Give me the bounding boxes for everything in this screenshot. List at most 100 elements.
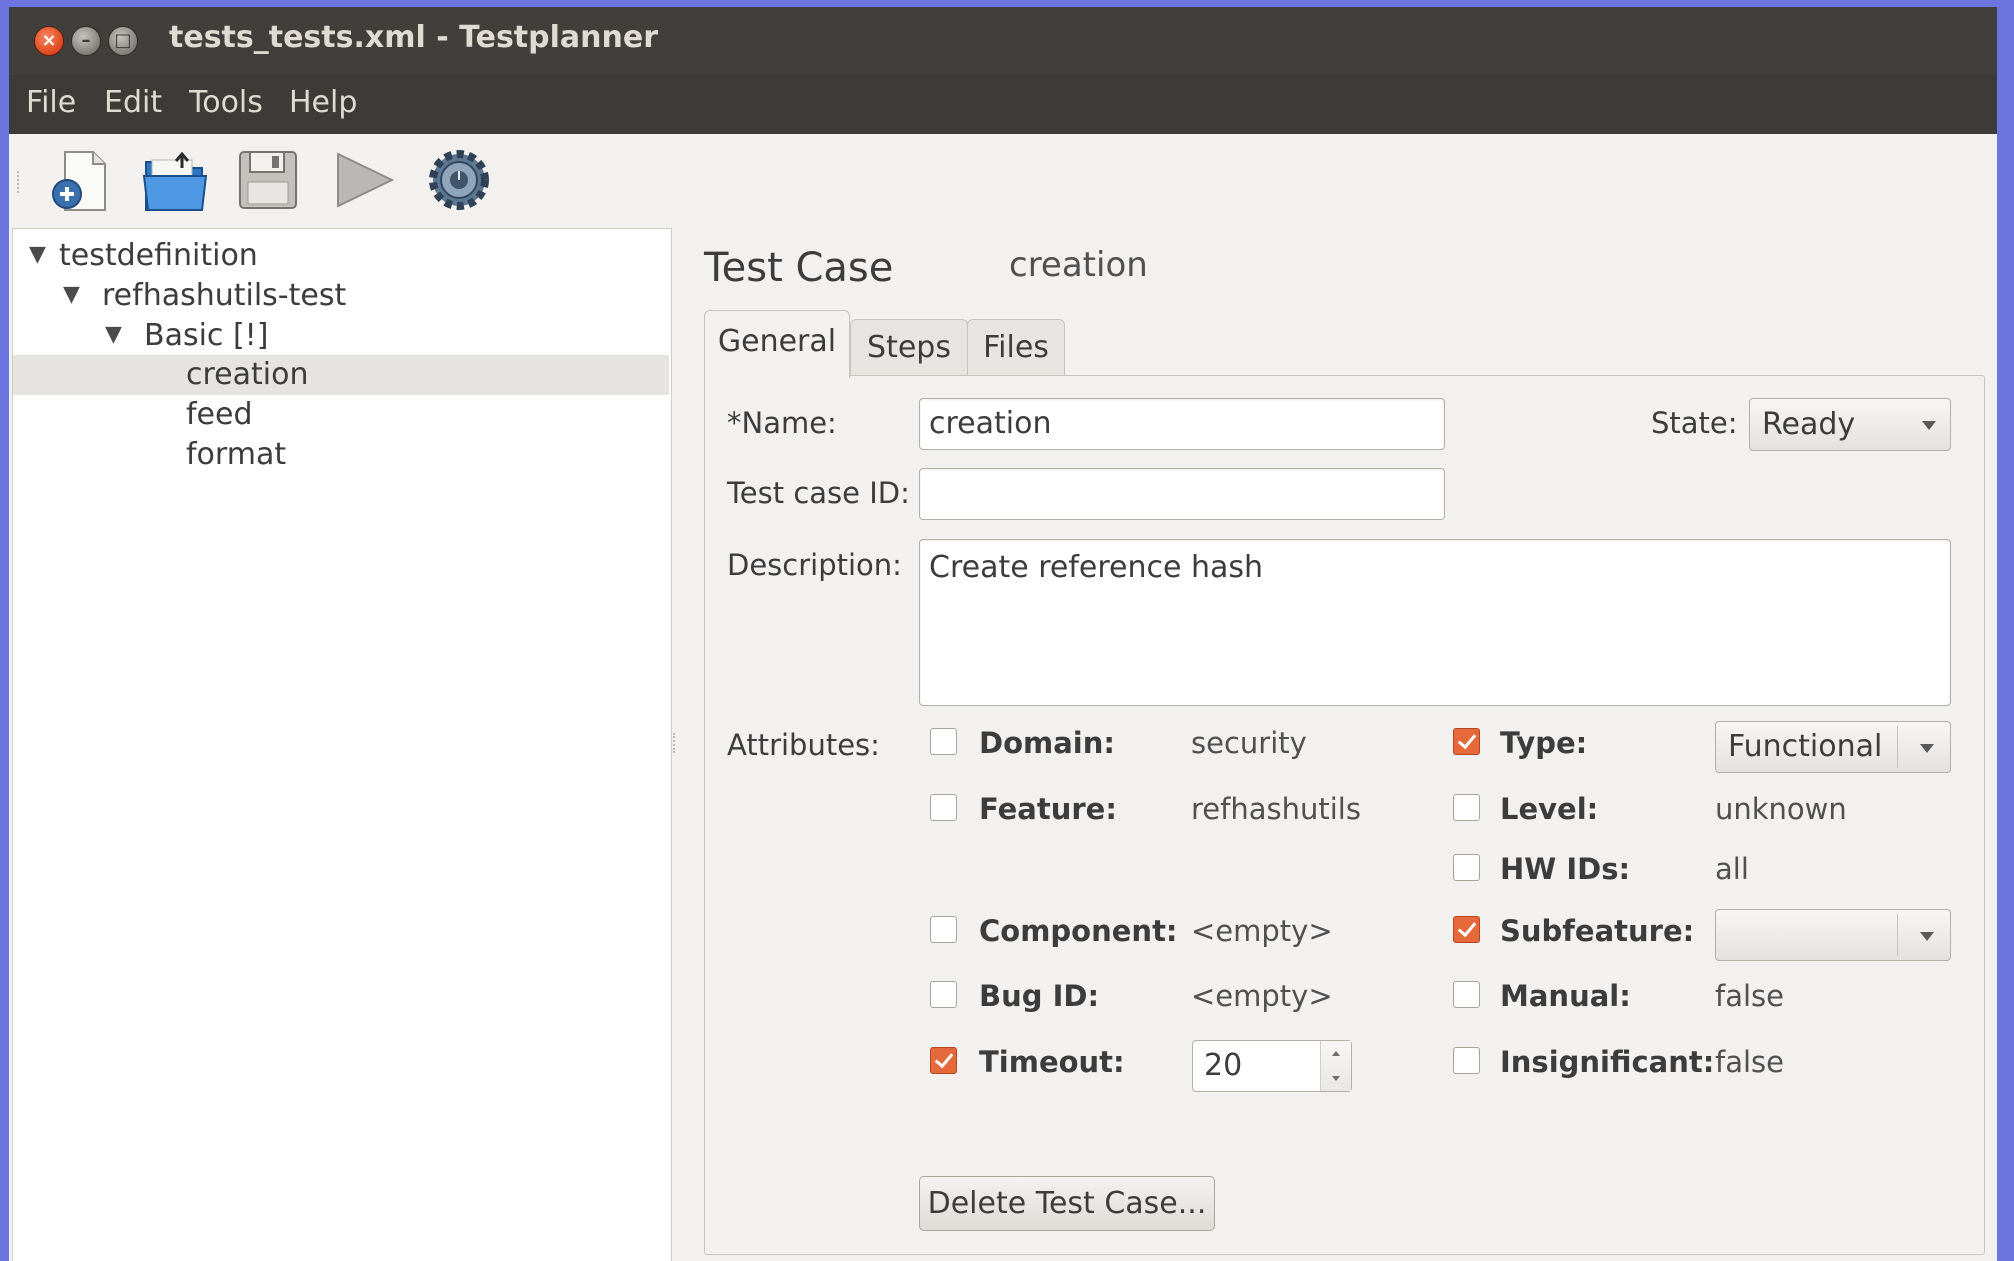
expand-arrow-icon[interactable]: ▼ bbox=[29, 242, 46, 267]
testcase-id-label: Test case ID: bbox=[727, 476, 910, 510]
manual-value: false bbox=[1715, 979, 1784, 1013]
expand-arrow-icon[interactable]: ▼ bbox=[105, 322, 122, 347]
chevron-down-icon bbox=[1920, 744, 1934, 753]
save-icon bbox=[239, 151, 297, 209]
tree-node-label: feed bbox=[186, 397, 253, 432]
new-file-icon bbox=[52, 151, 106, 211]
menu-edit[interactable]: Edit bbox=[104, 85, 162, 120]
open-button[interactable] bbox=[136, 142, 212, 222]
manual-checkbox[interactable] bbox=[1453, 981, 1480, 1008]
detail-heading-value: creation bbox=[1009, 245, 1148, 285]
close-icon: × bbox=[41, 30, 57, 51]
menu-bar: File Edit Tools Help bbox=[9, 75, 1997, 134]
open-folder-icon bbox=[142, 151, 208, 211]
tree-node-root[interactable]: ▼ testdefinition bbox=[13, 236, 669, 276]
window-title: tests_tests.xml - Testplanner bbox=[169, 20, 658, 55]
name-field[interactable]: creation bbox=[919, 398, 1445, 450]
type-label: Type: bbox=[1500, 726, 1588, 760]
insignificant-checkbox[interactable] bbox=[1453, 1047, 1480, 1074]
type-value: Functional bbox=[1728, 729, 1883, 764]
minimize-icon: – bbox=[81, 30, 91, 51]
settings-button[interactable] bbox=[421, 142, 497, 222]
tree-node-case-selected[interactable]: creation bbox=[13, 355, 669, 395]
tree-node-suite[interactable]: ▼ refhashutils-test bbox=[13, 276, 669, 316]
tree-node-case[interactable]: feed bbox=[13, 395, 669, 435]
subfeature-select[interactable] bbox=[1715, 909, 1951, 961]
state-label: State: bbox=[1651, 406, 1738, 440]
manual-label: Manual: bbox=[1500, 979, 1631, 1013]
test-tree: ▼ testdefinition ▼ refhashutils-test ▼ B… bbox=[12, 228, 672, 1261]
tree-node-label: refhashutils-test bbox=[102, 278, 347, 313]
component-label: Component: bbox=[979, 914, 1178, 948]
stepper-up-icon[interactable] bbox=[1332, 1051, 1340, 1056]
pane-splitter[interactable] bbox=[673, 733, 683, 753]
tab-general[interactable]: General bbox=[704, 310, 850, 378]
timeout-label: Timeout: bbox=[979, 1045, 1125, 1079]
bug-id-checkbox[interactable] bbox=[930, 981, 957, 1008]
description-label: Description: bbox=[727, 548, 902, 582]
expand-arrow-icon[interactable]: ▼ bbox=[63, 282, 80, 307]
tab-files[interactable]: Files bbox=[967, 319, 1065, 376]
menu-help[interactable]: Help bbox=[289, 85, 357, 120]
timeout-stepper[interactable]: 20 bbox=[1192, 1040, 1352, 1092]
name-value: creation bbox=[929, 406, 1052, 441]
description-field[interactable]: Create reference hash bbox=[919, 539, 1951, 706]
tree-node-case[interactable]: format bbox=[13, 435, 669, 475]
detail-heading: Test Case bbox=[704, 245, 894, 291]
menu-tools[interactable]: Tools bbox=[189, 85, 263, 120]
delete-test-case-button[interactable]: Delete Test Case... bbox=[919, 1176, 1215, 1231]
description-value: Create reference hash bbox=[929, 550, 1264, 585]
chevron-down-icon bbox=[1922, 421, 1936, 430]
stepper-down-icon[interactable] bbox=[1332, 1076, 1340, 1081]
timeout-value: 20 bbox=[1204, 1048, 1243, 1083]
component-checkbox[interactable] bbox=[930, 916, 957, 943]
maximize-icon: □ bbox=[114, 30, 132, 51]
menu-file[interactable]: File bbox=[26, 85, 76, 120]
hw-ids-checkbox[interactable] bbox=[1453, 854, 1480, 881]
maximize-button[interactable]: □ bbox=[108, 26, 138, 56]
general-panel: *Name: creation State: Ready Test case I… bbox=[704, 375, 1985, 1255]
insignificant-label: Insignificant: bbox=[1500, 1045, 1715, 1079]
subfeature-checkbox[interactable] bbox=[1453, 916, 1480, 943]
settings-icon bbox=[429, 150, 489, 210]
type-select[interactable]: Functional bbox=[1715, 721, 1951, 773]
state-select[interactable]: Ready bbox=[1749, 398, 1951, 451]
level-checkbox[interactable] bbox=[1453, 794, 1480, 821]
feature-checkbox[interactable] bbox=[930, 794, 957, 821]
component-value: <empty> bbox=[1191, 914, 1333, 948]
domain-label: Domain: bbox=[979, 726, 1115, 760]
level-label: Level: bbox=[1500, 792, 1599, 826]
stepper-buttons[interactable] bbox=[1320, 1041, 1351, 1091]
combo-separator bbox=[1897, 914, 1898, 956]
toolbar-grip[interactable] bbox=[17, 171, 25, 193]
feature-label: Feature: bbox=[979, 792, 1117, 826]
insignificant-value: false bbox=[1715, 1045, 1784, 1079]
hw-ids-value: all bbox=[1715, 852, 1749, 886]
domain-value: security bbox=[1191, 726, 1307, 760]
toolbar bbox=[9, 134, 1997, 234]
new-button[interactable] bbox=[43, 142, 119, 222]
testcase-id-field[interactable] bbox=[919, 468, 1445, 520]
bug-id-label: Bug ID: bbox=[979, 979, 1100, 1013]
close-button[interactable]: × bbox=[34, 26, 64, 56]
tree-node-label: Basic [!] bbox=[144, 318, 269, 353]
minimize-button[interactable]: – bbox=[71, 26, 101, 56]
domain-checkbox[interactable] bbox=[930, 728, 957, 755]
attributes-label: Attributes: bbox=[727, 728, 880, 762]
run-icon bbox=[337, 152, 395, 208]
app-window: × – □ tests_tests.xml - Testplanner File… bbox=[9, 7, 1997, 1261]
tree-node-set[interactable]: ▼ Basic [!] bbox=[13, 316, 669, 356]
timeout-checkbox[interactable] bbox=[930, 1047, 957, 1074]
run-button[interactable] bbox=[326, 142, 402, 222]
tab-steps[interactable]: Steps bbox=[850, 319, 968, 376]
state-value: Ready bbox=[1762, 407, 1856, 442]
combo-separator bbox=[1897, 726, 1898, 768]
tree-node-label: creation bbox=[186, 357, 309, 392]
level-value: unknown bbox=[1715, 792, 1847, 826]
chevron-down-icon bbox=[1920, 932, 1934, 941]
save-button[interactable] bbox=[230, 142, 306, 222]
type-checkbox[interactable] bbox=[1453, 728, 1480, 755]
tree-node-label: format bbox=[186, 437, 287, 472]
name-label: *Name: bbox=[727, 406, 837, 440]
subfeature-label: Subfeature: bbox=[1500, 914, 1695, 948]
